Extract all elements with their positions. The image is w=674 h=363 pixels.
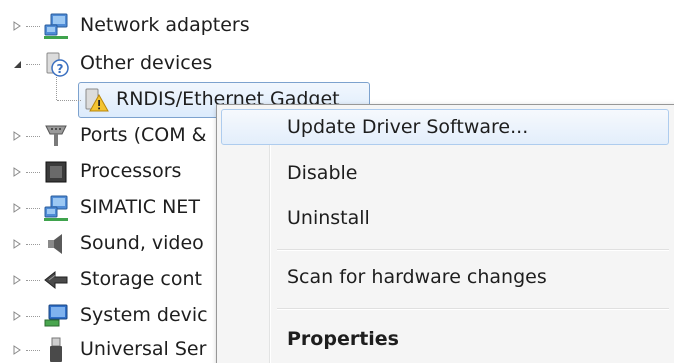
menu-item-label: Update Driver Software... [287, 116, 529, 138]
tree-item-label: SIMATIC NET [80, 196, 200, 218]
menu-item-label: Uninstall [287, 207, 370, 229]
tree-item-label: Other devices [80, 52, 213, 74]
tree-connector [26, 316, 40, 317]
svg-text:?: ? [57, 62, 64, 76]
speaker-icon [42, 230, 70, 258]
port-icon [42, 122, 70, 150]
tree-item-label: Network adapters [80, 14, 250, 36]
tree-connector [26, 244, 40, 245]
menu-item-disable[interactable]: Disable [221, 155, 669, 191]
menu-item-uninstall[interactable]: Uninstall [221, 200, 669, 236]
menu-item-properties[interactable]: Properties [221, 321, 669, 357]
network-adapter-icon [42, 194, 70, 222]
expand-arrow-icon[interactable] [10, 343, 24, 357]
menu-item-label: Disable [287, 162, 358, 184]
menu-item-label: Scan for hardware changes [287, 266, 547, 288]
tree-connector [26, 172, 40, 173]
tree-item-label: Universal Ser [80, 338, 207, 360]
network-adapter-icon [42, 12, 70, 40]
menu-item-update-driver-software[interactable]: Update Driver Software... [221, 109, 669, 145]
menu-item-label: Properties [287, 328, 399, 350]
storage-controller-icon [42, 266, 70, 294]
tree-item-label: Ports (COM & [80, 124, 207, 146]
expand-arrow-icon[interactable] [10, 165, 24, 179]
menu-separator [277, 308, 669, 310]
processor-icon [42, 158, 70, 186]
warning-device-icon [82, 86, 110, 114]
unknown-device-icon: ? [42, 50, 70, 78]
system-device-icon [42, 302, 70, 330]
tree-connector [26, 280, 40, 281]
tree-connector [26, 350, 40, 351]
expand-arrow-icon[interactable] [10, 273, 24, 287]
tree-connector [57, 100, 81, 101]
usb-icon [42, 336, 70, 363]
expand-arrow-icon[interactable] [10, 129, 24, 143]
tree-item-label: System devic [80, 304, 208, 326]
menu-item-scan-for-hardware-changes[interactable]: Scan for hardware changes [221, 259, 669, 295]
tree-connector [26, 136, 40, 137]
context-menu: Update Driver Software... Disable Uninst… [216, 104, 674, 363]
tree-item-label: Processors [80, 160, 182, 182]
tree-item-other-devices[interactable]: ? Other devices [0, 44, 674, 82]
tree-item-label: Storage cont [80, 268, 202, 290]
menu-separator [277, 249, 669, 251]
tree-connector [26, 208, 40, 209]
collapse-arrow-icon[interactable] [10, 57, 24, 71]
expand-arrow-icon[interactable] [10, 309, 24, 323]
tree-item-network-adapters[interactable]: Network adapters [0, 6, 674, 44]
tree-item-label: Sound, video [80, 232, 204, 254]
expand-arrow-icon[interactable] [10, 237, 24, 251]
expand-arrow-icon[interactable] [10, 201, 24, 215]
expand-arrow-icon[interactable] [10, 19, 24, 33]
tree-connector [26, 26, 40, 27]
device-manager-view: Network adapters ? Other devices RNDIS/E… [0, 0, 674, 363]
tree-connector [26, 64, 40, 65]
